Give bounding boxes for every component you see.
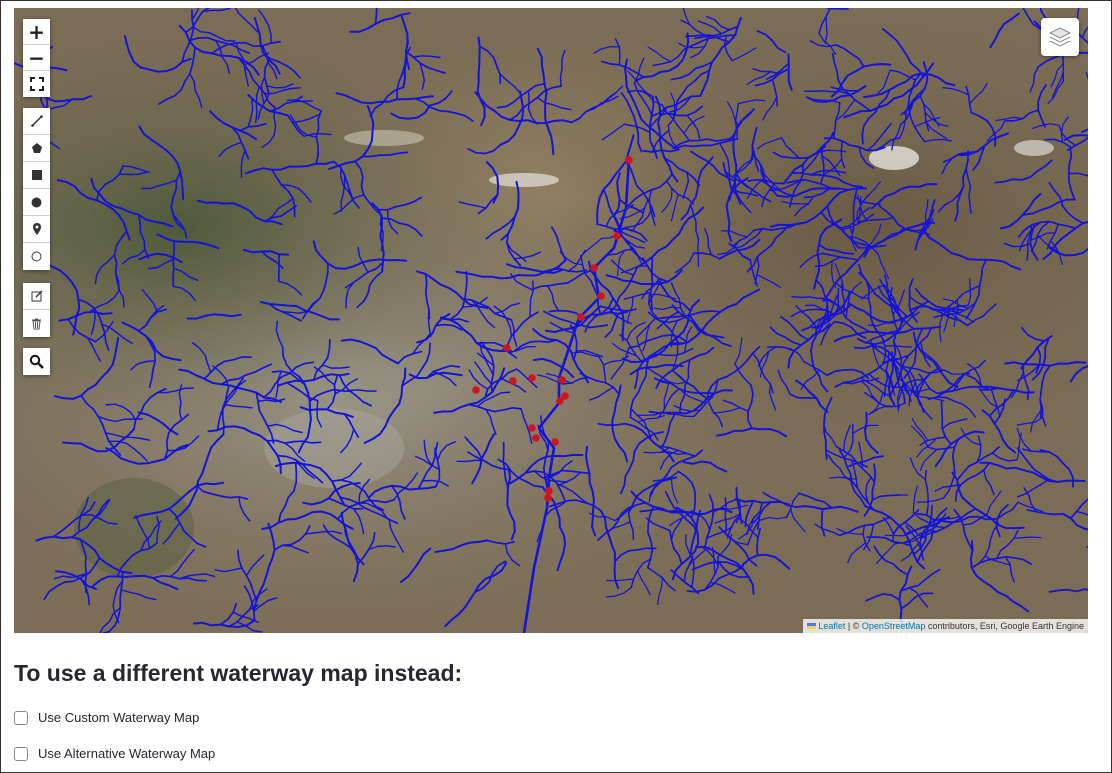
leaflet-flag-icon <box>807 623 817 629</box>
section-title: To use a different waterway map instead: <box>14 660 463 686</box>
sample-point-marker[interactable] <box>597 292 605 300</box>
sample-point-marker[interactable] <box>551 438 559 446</box>
checkbox-box[interactable] <box>14 746 28 761</box>
zoom-out-button[interactable]: − <box>23 45 50 71</box>
checkbox-label: Use Alternative Waterway Map <box>38 746 216 761</box>
polygon-icon <box>31 143 42 153</box>
zoom-in-button[interactable]: + <box>23 19 50 45</box>
trash-icon <box>32 318 41 329</box>
waterway-line <box>1061 53 1065 83</box>
leaflet-link[interactable]: Leaflet <box>818 621 845 631</box>
draw-marker-button[interactable] <box>23 216 50 243</box>
edit-layers-button[interactable] <box>23 283 50 310</box>
sample-point-marker[interactable] <box>532 434 540 442</box>
alternative-waterway-checkbox[interactable]: Use Alternative Waterway Map <box>14 746 215 761</box>
circle-icon <box>31 197 42 207</box>
satellite-basemap <box>14 8 1088 633</box>
sample-point-marker[interactable] <box>503 344 511 352</box>
layers-icon <box>1048 27 1072 47</box>
attribution-text: contributors, Esri, Google Earth Engine <box>925 621 1084 631</box>
sample-point-marker[interactable] <box>544 494 552 502</box>
waterway-line <box>697 238 700 268</box>
sample-point-marker[interactable] <box>577 313 585 321</box>
edit-toolbar <box>23 283 50 337</box>
rectangle-icon <box>31 170 42 180</box>
draw-polyline-button[interactable] <box>23 108 50 135</box>
checkbox-box[interactable] <box>14 710 28 725</box>
draw-polygon-button[interactable] <box>23 135 50 162</box>
waterway-line <box>172 240 175 288</box>
search-button[interactable] <box>23 348 50 375</box>
marker-icon <box>32 223 41 235</box>
delete-layers-button[interactable] <box>23 310 50 337</box>
circlemarker-icon <box>31 251 42 262</box>
layers-button[interactable] <box>1041 18 1079 56</box>
fullscreen-icon <box>29 77 44 91</box>
sample-point-marker[interactable] <box>558 376 566 384</box>
sample-point-marker[interactable] <box>625 156 633 164</box>
osm-link[interactable]: OpenStreetMap <box>862 621 926 631</box>
sample-point-marker[interactable] <box>556 397 564 405</box>
draw-toolbar <box>23 108 50 270</box>
zoom-control: + − <box>23 19 50 97</box>
polyline-icon <box>30 115 43 127</box>
draw-rectangle-button[interactable] <box>23 162 50 189</box>
custom-waterway-checkbox[interactable]: Use Custom Waterway Map <box>14 710 199 725</box>
search-icon <box>29 354 44 369</box>
sample-point-marker[interactable] <box>528 424 536 432</box>
sample-point-marker[interactable] <box>528 374 536 382</box>
sample-point-marker[interactable] <box>545 487 553 495</box>
sample-point-marker[interactable] <box>590 264 598 272</box>
map-view[interactable]: + − Leaflet | © OpenStreetMap contributo… <box>14 8 1088 633</box>
sample-point-marker[interactable] <box>472 386 480 394</box>
fullscreen-button[interactable] <box>23 71 50 97</box>
edit-icon <box>31 290 43 302</box>
checkbox-label: Use Custom Waterway Map <box>38 710 200 725</box>
sample-point-marker[interactable] <box>613 232 621 240</box>
draw-circlemarker-button[interactable] <box>23 243 50 270</box>
sample-point-marker[interactable] <box>509 377 517 385</box>
draw-circle-button[interactable] <box>23 189 50 216</box>
attribution-sep: | © <box>845 621 862 631</box>
search-control <box>23 348 50 375</box>
map-attribution: Leaflet | © OpenStreetMap contributors, … <box>803 619 1088 633</box>
